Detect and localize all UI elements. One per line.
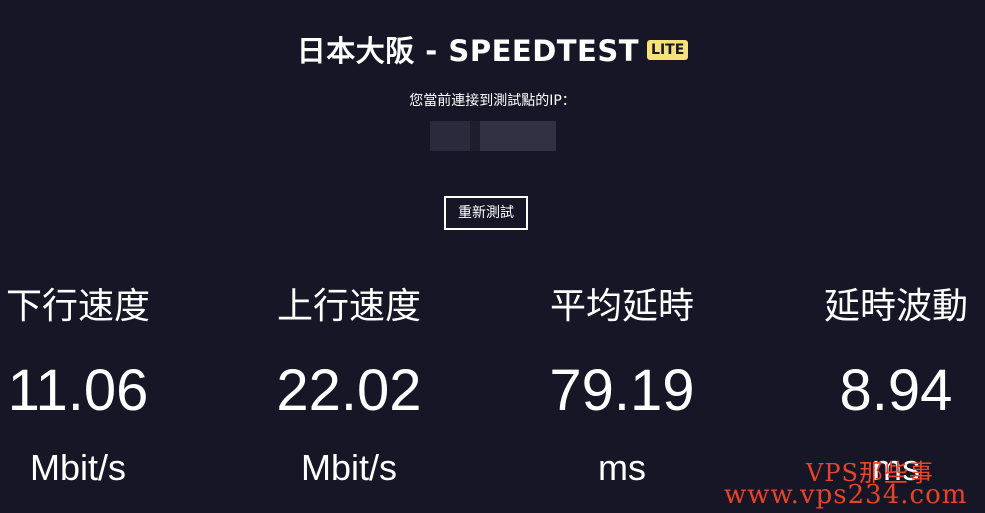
ip-address-redacted	[420, 121, 556, 151]
metric-upload: 上行速度 22.02 Mbit/s	[249, 282, 449, 490]
metric-unit: Mbit/s	[300, 447, 397, 488]
metric-jitter: 延時波動 8.94 ms	[796, 282, 985, 490]
page-title: 日本大阪 - SPEEDTEST	[296, 34, 640, 68]
speedtest-page: 日本大阪 - SPEEDTEST LITE 您當前連接到測試點的IP： 重新測試 …	[0, 0, 985, 513]
metrics-panel: 下行速度 11.06 Mbit/s 上行速度 22.02 Mbit/s 平均延時…	[0, 282, 985, 513]
metric-label: 下行速度	[5, 286, 150, 327]
retest-button[interactable]: 重新測試	[444, 196, 528, 230]
metric-label: 延時波動	[823, 286, 968, 327]
metric-label: 平均延時	[549, 286, 694, 327]
metric-unit: ms	[598, 447, 646, 488]
header: 日本大阪 - SPEEDTEST LITE	[0, 28, 985, 70]
ip-label: 您當前連接到測試點的IP：	[409, 93, 576, 109]
metric-unit: ms	[872, 447, 920, 488]
lite-badge: LITE	[647, 40, 689, 60]
metric-unit: Mbit/s	[29, 447, 126, 488]
redaction-mosaic	[420, 121, 556, 151]
metric-value: 8.94	[839, 358, 953, 423]
metric-label: 上行速度	[276, 286, 421, 327]
metric-value: 11.06	[7, 358, 149, 423]
metric-download: 下行速度 11.06 Mbit/s	[0, 282, 178, 490]
metric-latency: 平均延時 79.19 ms	[522, 282, 722, 490]
metric-value: 22.02	[276, 358, 422, 423]
metric-value: 79.19	[549, 358, 695, 423]
